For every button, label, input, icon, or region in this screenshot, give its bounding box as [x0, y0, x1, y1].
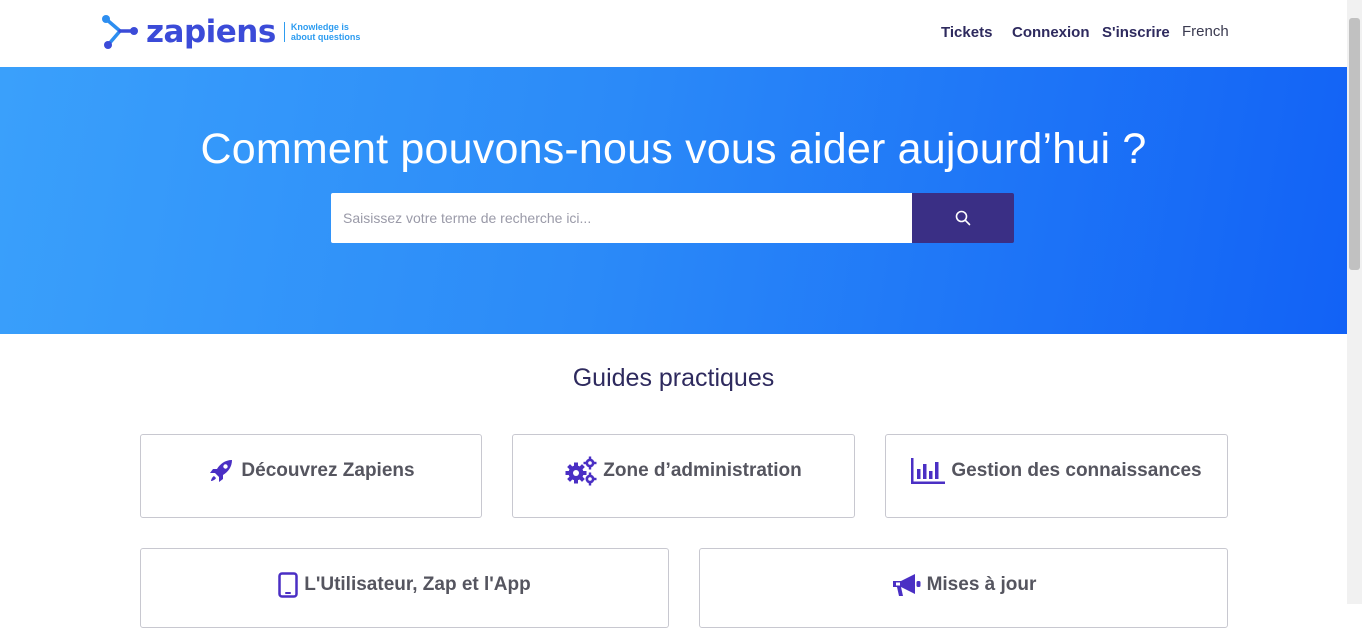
logo-wordmark: zapiens	[146, 13, 276, 50]
guide-card-admin[interactable]: Zone d’administration	[512, 434, 855, 518]
tagline-line-2: about questions	[290, 32, 361, 42]
guide-card-label: Zone d’administration	[603, 460, 802, 481]
guide-card-content: Gestion des connaissances	[911, 456, 1202, 486]
gears-icon	[565, 456, 597, 486]
rocket-icon	[210, 460, 233, 482]
tablet-icon	[278, 572, 298, 598]
logo-divider	[283, 22, 285, 42]
guides-section-title: Guides practiques	[572, 364, 775, 392]
guide-card-content: Mises à jour	[891, 570, 1037, 600]
hero-title: Comment pouvons-nous vous aider aujourd’…	[200, 125, 1147, 173]
nav-tickets-link[interactable]: Tickets	[941, 24, 992, 41]
search-input[interactable]	[331, 193, 912, 243]
guide-card-label: Mises à jour	[926, 574, 1037, 595]
zapiens-logo-icon	[102, 15, 138, 49]
page-scrollbar-thumb[interactable]	[1349, 18, 1360, 270]
guide-card-content: Zone d’administration	[565, 456, 802, 486]
search-icon	[955, 210, 971, 226]
guide-card-label: Gestion des connaissances	[951, 460, 1202, 481]
nav-language-wrap: French	[1182, 21, 1229, 41]
search-button[interactable]	[912, 193, 1014, 243]
nav-signup-link[interactable]: S'inscrire	[1102, 24, 1170, 41]
guide-card-knowledge[interactable]: Gestion des connaissances	[885, 434, 1228, 518]
nav-login-wrap: Connexion	[1012, 22, 1090, 42]
zapiens-logo[interactable]: zapiens Knowledge is about questions	[98, 10, 381, 54]
guide-card-content: L'Utilisateur, Zap et l'App	[278, 570, 531, 600]
logo-tagline: Knowledge is about questions	[291, 22, 381, 42]
site-header: zapiens Knowledge is about questions Tic…	[0, 0, 1347, 67]
guide-card-updates[interactable]: Mises à jour	[699, 548, 1228, 628]
tagline-line-1: Knowledge is	[290, 22, 349, 32]
nav-tickets-wrap: Tickets	[941, 22, 992, 42]
guide-card-discover[interactable]: Découvrez Zapiens	[140, 434, 482, 518]
hero-banner: Comment pouvons-nous vous aider aujourd’…	[0, 67, 1347, 334]
megaphone-icon	[892, 574, 921, 596]
language-selector[interactable]: French	[1182, 23, 1229, 40]
guide-card-user-app[interactable]: L'Utilisateur, Zap et l'App	[140, 548, 669, 628]
guide-card-content: Découvrez Zapiens	[207, 456, 415, 486]
nav-login-link[interactable]: Connexion	[1012, 24, 1090, 41]
guide-card-label: Découvrez Zapiens	[241, 460, 415, 481]
nav-signup-wrap: S'inscrire	[1102, 22, 1170, 42]
bar-chart-icon	[911, 458, 946, 484]
guide-card-label: L'Utilisateur, Zap et l'App	[304, 574, 531, 595]
